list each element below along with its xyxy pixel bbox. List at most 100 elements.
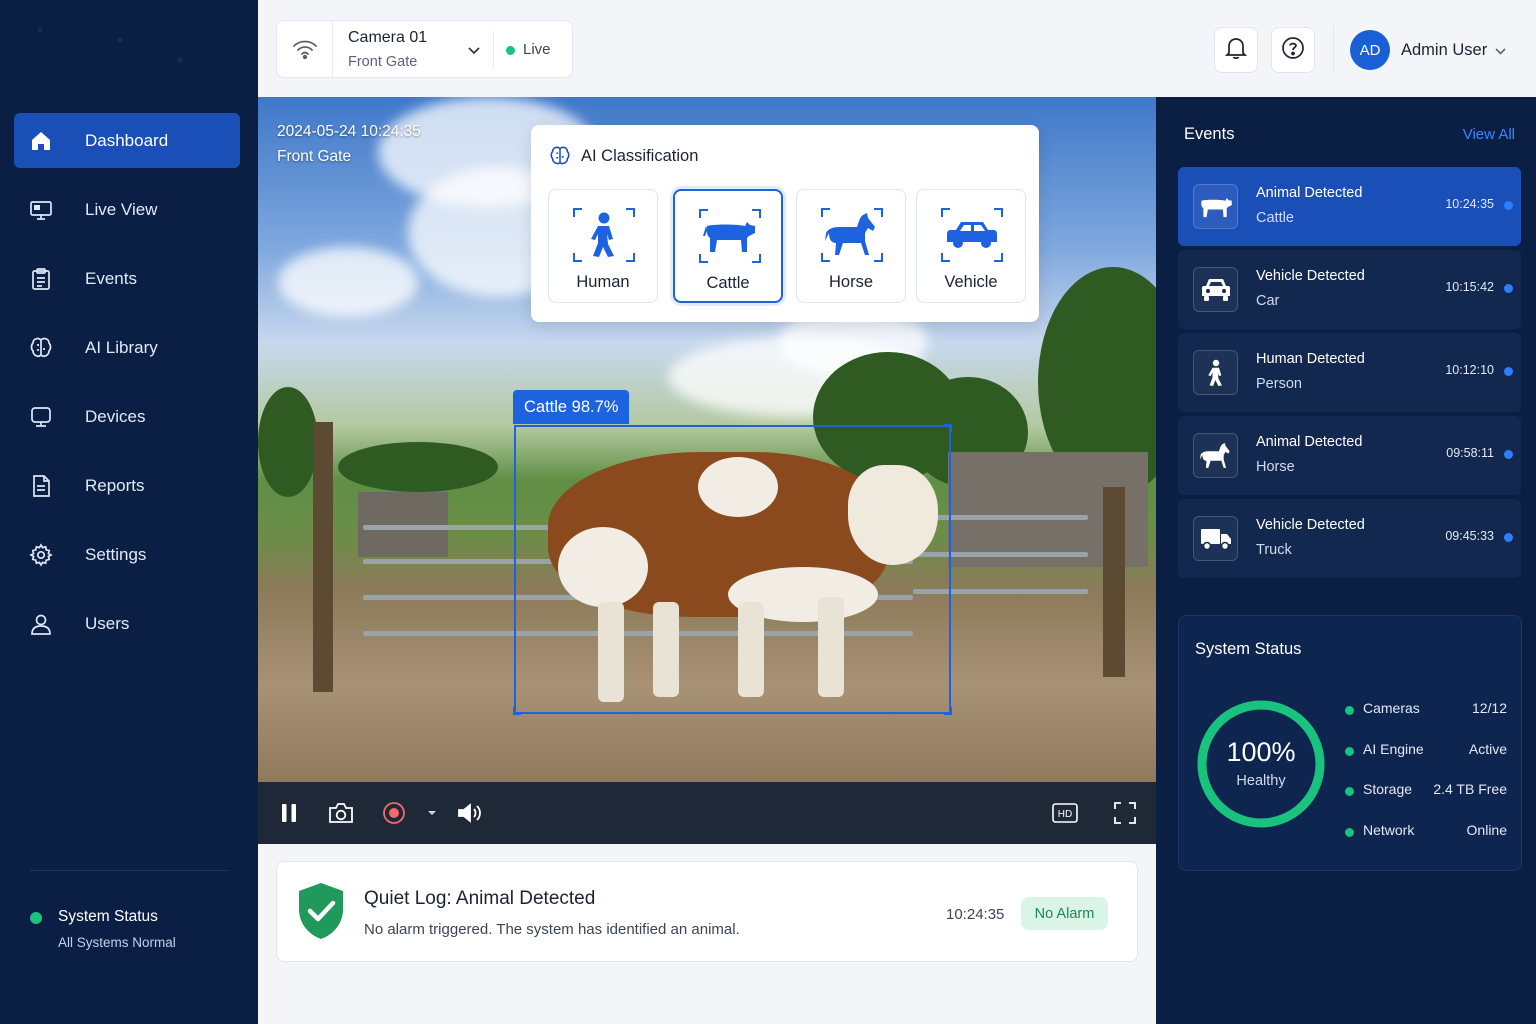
camera-selector[interactable]: Camera 01 Front Gate Live (276, 20, 573, 78)
video-location: Front Gate (277, 148, 352, 165)
help-button[interactable] (1271, 27, 1315, 73)
log-title: Quiet Log: Animal Detected (364, 888, 596, 909)
events-panel: Events View All Animal Detected Cattle 1… (1156, 97, 1536, 1024)
sidebar-item-settings[interactable]: Settings (14, 527, 240, 582)
event-item[interactable]: Animal Detected Cattle 10:24:35 (1178, 167, 1521, 246)
class-label: Horse (828, 273, 873, 291)
caret-down-icon[interactable] (426, 799, 438, 827)
record-icon[interactable] (381, 799, 407, 827)
sidebar-nav: Dashboard Live View Events AI Library De… (14, 113, 240, 665)
camera-name: Camera 01 (348, 29, 428, 46)
view-all-link[interactable]: View All (1463, 126, 1515, 143)
brain-icon (549, 145, 571, 172)
event-subtitle: Cattle (1256, 210, 1294, 226)
system-status-title: System Status (1195, 640, 1302, 658)
sidebar-item-label: Reports (85, 475, 145, 495)
sidebar-item-label: Settings (85, 544, 147, 564)
status-dot (1345, 747, 1354, 756)
quiet-log-card: Quiet Log: Animal Detected No alarm trig… (276, 861, 1138, 962)
detection-label: Cattle 98.7% (513, 390, 630, 424)
status-row-storage: Storage 2.4 TB Free (1345, 781, 1507, 801)
avatar[interactable]: AD (1350, 30, 1390, 70)
status-dot (1345, 706, 1354, 715)
help-icon (1281, 36, 1305, 65)
divider (1333, 26, 1334, 72)
pause-icon[interactable] (278, 799, 300, 827)
sidebar-item-label: Live View (85, 199, 158, 219)
event-item[interactable]: Human Detected Person 10:12:10 (1178, 333, 1521, 412)
event-title: Human Detected (1256, 351, 1365, 367)
ai-classification-panel: AI Classification Human Cattle Horse Veh… (531, 125, 1039, 322)
unread-dot (1504, 367, 1513, 376)
gear-icon (28, 542, 54, 568)
event-subtitle: Truck (1256, 542, 1292, 558)
cloud (278, 247, 418, 317)
status-value: Active (1468, 741, 1507, 757)
event-time: 09:45:33 (1445, 529, 1494, 543)
sidebar-item-live-view[interactable]: Live View (14, 182, 240, 237)
ai-panel-title: AI Classification (581, 147, 699, 165)
status-value: 2.4 TB Free (1433, 781, 1507, 797)
status-dot (1345, 787, 1354, 796)
event-item[interactable]: Vehicle Detected Car 10:15:42 (1178, 250, 1521, 329)
event-item[interactable]: Vehicle Detected Truck 09:45:33 (1178, 499, 1521, 578)
video-feed[interactable]: 2024-05-24 10:24:35 Front Gate Cattle 98… (258, 97, 1156, 782)
sidebar-item-events[interactable]: Events (14, 251, 240, 306)
sidebar-item-users[interactable]: Users (14, 596, 240, 651)
camera-location: Front Gate (348, 54, 418, 70)
event-time: 10:15:42 (1445, 280, 1494, 294)
sidebar-divider (30, 870, 228, 871)
sidebar-decoration (0, 0, 258, 90)
sidebar: Dashboard Live View Events AI Library De… (0, 0, 258, 1024)
user-name[interactable]: Admin User (1401, 41, 1487, 60)
system-status-card: System Status 100% Healthy Cameras 12/12… (1178, 615, 1522, 871)
sidebar-item-label: Events (85, 268, 137, 288)
status-value: Online (1466, 822, 1507, 838)
status-dot (1345, 828, 1354, 837)
box-corner (944, 707, 952, 715)
event-item[interactable]: Animal Detected Horse 09:58:11 (1178, 416, 1521, 495)
class-label: Human (576, 273, 630, 291)
event-title: Vehicle Detected (1256, 268, 1365, 284)
sidebar-item-devices[interactable]: Devices (14, 389, 240, 444)
status-row-cameras: Cameras 12/12 (1345, 700, 1507, 720)
sidebar-status-title: System Status (58, 908, 158, 925)
camera-snapshot-icon[interactable] (328, 799, 354, 827)
box-corner (513, 707, 521, 715)
notifications-button[interactable] (1214, 27, 1258, 73)
fullscreen-icon[interactable] (1114, 799, 1136, 827)
log-time: 10:24:35 (946, 906, 1005, 923)
event-subtitle: Person (1256, 376, 1302, 392)
health-label: Healthy (1236, 773, 1286, 789)
class-card-horse[interactable]: Horse (796, 189, 906, 303)
status-badge: No Alarm (1021, 897, 1108, 930)
person-icon (1193, 350, 1238, 395)
person-icon (573, 208, 635, 262)
class-card-cattle[interactable]: Cattle (673, 189, 783, 303)
chevron-down-icon[interactable] (467, 43, 481, 61)
hd-icon[interactable]: HD (1051, 799, 1079, 827)
event-time: 09:58:11 (1446, 446, 1494, 460)
wifi-icon (277, 21, 333, 77)
sidebar-item-reports[interactable]: Reports (14, 458, 240, 513)
clipboard-icon (28, 266, 54, 292)
chevron-down-icon[interactable] (1494, 43, 1507, 61)
event-title: Vehicle Detected (1256, 517, 1365, 533)
volume-icon[interactable] (456, 799, 484, 827)
class-card-human[interactable]: Human (548, 189, 658, 303)
sidebar-item-ai-library[interactable]: AI Library (14, 320, 240, 375)
box-corner (944, 424, 952, 432)
class-card-vehicle[interactable]: Vehicle (916, 189, 1026, 303)
horse-icon (1193, 433, 1238, 478)
status-key: AI Engine (1363, 741, 1424, 757)
video-timestamp: 2024-05-24 10:24:35 (277, 123, 421, 140)
status-key: Network (1363, 822, 1415, 838)
event-subtitle: Horse (1256, 459, 1295, 475)
event-time: 10:24:35 (1445, 197, 1494, 211)
tree (258, 387, 318, 497)
sidebar-item-dashboard[interactable]: Dashboard (14, 113, 240, 168)
event-title: Animal Detected (1256, 185, 1363, 201)
class-label: Cattle (706, 274, 750, 292)
user-icon (28, 611, 54, 637)
cow-icon (699, 209, 761, 263)
